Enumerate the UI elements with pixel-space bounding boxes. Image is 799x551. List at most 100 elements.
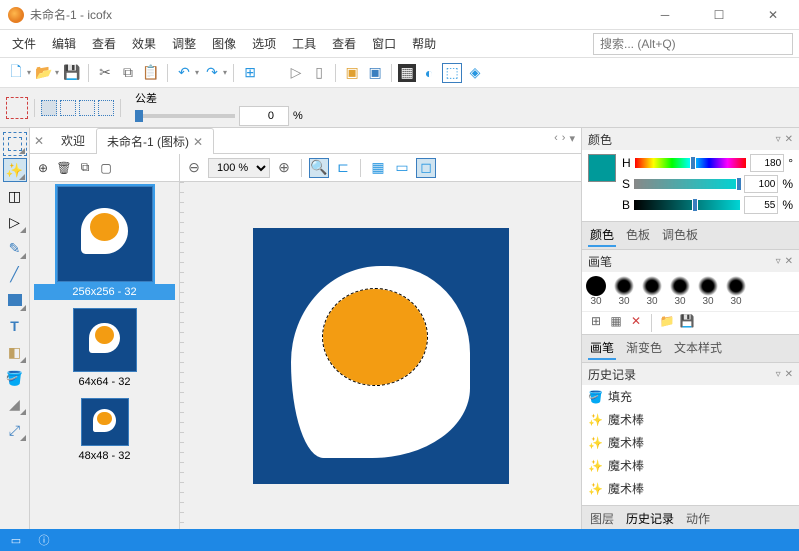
brush-tool[interactable]: ✎ <box>3 236 27 260</box>
paste-icon[interactable]: 📋 <box>141 63 161 83</box>
dropdown-icon[interactable]: ▾ <box>27 68 31 77</box>
panel-menu-icon[interactable]: ▿ <box>776 369 781 380</box>
thumb-up-icon[interactable]: ▢ <box>97 159 115 177</box>
tab-document[interactable]: 未命名-1 (图标)✕ <box>96 128 214 154</box>
bri-input[interactable] <box>744 196 778 214</box>
brush-preset[interactable]: 30 <box>726 276 746 307</box>
thumbnail-item[interactable]: 256x256 - 32 <box>34 186 175 300</box>
tab-color[interactable]: 颜色 <box>588 224 616 247</box>
select-tool[interactable] <box>3 132 27 156</box>
panel-menu-icon[interactable]: ▿ <box>776 134 781 145</box>
fit-icon[interactable]: ◻ <box>416 158 436 178</box>
minimize-button[interactable]: ─ <box>647 3 683 27</box>
bri-slider[interactable] <box>634 200 740 210</box>
zoom-in-icon[interactable]: ⊕ <box>274 158 294 178</box>
menu-view2[interactable]: 查看 <box>326 32 362 55</box>
menu-tools[interactable]: 工具 <box>286 32 322 55</box>
gradient-tool[interactable]: ◢ <box>3 392 27 416</box>
thumb-add-icon[interactable]: ⊕ <box>34 159 52 177</box>
tab-textstyle[interactable]: 文本样式 <box>672 337 724 360</box>
dropdown-icon[interactable]: ▾ <box>223 68 227 77</box>
brush-edit-icon[interactable]: ▦ <box>608 314 624 332</box>
phone-icon[interactable]: ▯ <box>309 63 329 83</box>
sel-mode-int-icon[interactable] <box>98 100 114 116</box>
history-item[interactable]: 🪣填充 <box>582 385 799 408</box>
blur-icon[interactable]: ◐ <box>419 63 439 83</box>
undo-icon[interactable]: ↶ <box>174 63 194 83</box>
menu-edit[interactable]: 编辑 <box>46 32 82 55</box>
open-folder-icon[interactable]: 📂 <box>34 63 54 83</box>
line-tool[interactable]: ╱ <box>3 262 27 286</box>
tab-layers[interactable]: 图层 <box>588 508 616 529</box>
search-input[interactable] <box>593 33 793 55</box>
move-tool[interactable]: ▷ <box>3 210 27 234</box>
history-item[interactable]: ✨魔术棒 <box>582 408 799 431</box>
panel-menu-icon[interactable]: ▿ <box>776 256 781 267</box>
menu-image[interactable]: 图像 <box>206 32 242 55</box>
cut-icon[interactable]: ✂ <box>95 63 115 83</box>
sel-mode-add-icon[interactable] <box>60 100 76 116</box>
maximize-button[interactable]: ☐ <box>701 3 737 27</box>
image-icon[interactable]: ▣ <box>342 63 362 83</box>
tab-palette[interactable]: 调色板 <box>660 224 700 247</box>
dropdown-icon[interactable]: ▾ <box>195 68 199 77</box>
status-doc-icon[interactable]: ▭ <box>8 532 24 548</box>
zoom-select[interactable]: 100 % <box>208 158 270 178</box>
ruler-icon[interactable]: ⊏ <box>333 158 353 178</box>
thumbnail-item[interactable]: 48x48 - 32 <box>34 398 175 464</box>
sel-mode-sub-icon[interactable] <box>79 100 95 116</box>
tab-menu-icon[interactable]: ▾ <box>569 132 575 145</box>
eraser-tool[interactable]: ◧ <box>3 340 27 364</box>
history-item[interactable]: ✨魔术棒 <box>582 477 799 500</box>
thumbnail-item[interactable]: 64x64 - 32 <box>34 308 175 390</box>
menu-window[interactable]: 窗口 <box>366 32 402 55</box>
text-tool[interactable]: T <box>3 314 27 338</box>
select-mode-icon[interactable]: ⬚ <box>442 63 462 83</box>
tab-prev-icon[interactable]: ‹ <box>554 132 558 145</box>
windows-icon[interactable]: ⊞ <box>240 63 260 83</box>
brush-folder-icon[interactable]: 📁 <box>659 314 675 332</box>
menu-adjust[interactable]: 调整 <box>166 32 202 55</box>
checker-icon[interactable]: ▦ <box>398 64 416 82</box>
image2-icon[interactable]: ▣ <box>365 63 385 83</box>
tolerance-slider[interactable] <box>135 114 235 118</box>
sat-slider[interactable] <box>634 179 740 189</box>
save-icon[interactable]: 💾 <box>62 63 82 83</box>
hue-input[interactable] <box>750 154 784 172</box>
dropdown-icon[interactable]: ▾ <box>55 68 59 77</box>
tab-close-icon[interactable]: ✕ <box>34 134 50 148</box>
brush-delete-icon[interactable]: ✕ <box>628 314 644 332</box>
close-button[interactable]: ✕ <box>755 3 791 27</box>
copy-icon[interactable]: ⧉ <box>118 63 138 83</box>
grid-icon[interactable]: ▦ <box>368 158 388 178</box>
android-icon[interactable]: ▷ <box>286 63 306 83</box>
menu-effects[interactable]: 效果 <box>126 32 162 55</box>
panel-close-icon[interactable]: ✕ <box>785 256 793 267</box>
tab-swatches[interactable]: 色板 <box>624 224 652 247</box>
tab-history[interactable]: 历史记录 <box>624 508 676 529</box>
menu-file[interactable]: 文件 <box>6 32 42 55</box>
brush-preset[interactable]: 30 <box>670 276 690 307</box>
brush-new-icon[interactable]: ⊞ <box>588 314 604 332</box>
layers-icon[interactable]: ◈ <box>465 63 485 83</box>
canvas[interactable] <box>253 228 509 484</box>
apple-icon[interactable] <box>263 63 283 83</box>
brush-preset[interactable]: 30 <box>586 276 606 307</box>
rect-tool[interactable] <box>3 288 27 312</box>
tab-next-icon[interactable]: › <box>562 132 566 145</box>
zoom-out-icon[interactable]: ⊖ <box>184 158 204 178</box>
history-item[interactable]: ✨魔术棒 <box>582 431 799 454</box>
brush-save-icon[interactable]: 💾 <box>679 314 695 332</box>
tab-actions[interactable]: 动作 <box>684 508 712 529</box>
brush-preset[interactable]: 30 <box>698 276 718 307</box>
fill-tool[interactable]: 🪣 <box>3 366 27 390</box>
redo-icon[interactable]: ↷ <box>202 63 222 83</box>
hue-slider[interactable] <box>635 158 747 168</box>
window-icon[interactable]: ▭ <box>392 158 412 178</box>
sel-mode-new-icon[interactable] <box>41 100 57 116</box>
panel-close-icon[interactable]: ✕ <box>785 369 793 380</box>
pan-icon[interactable]: 🔍 <box>309 158 329 178</box>
status-info-icon[interactable]: ⓘ <box>36 532 52 548</box>
menu-options[interactable]: 选项 <box>246 32 282 55</box>
tab-gradient[interactable]: 渐变色 <box>624 337 664 360</box>
